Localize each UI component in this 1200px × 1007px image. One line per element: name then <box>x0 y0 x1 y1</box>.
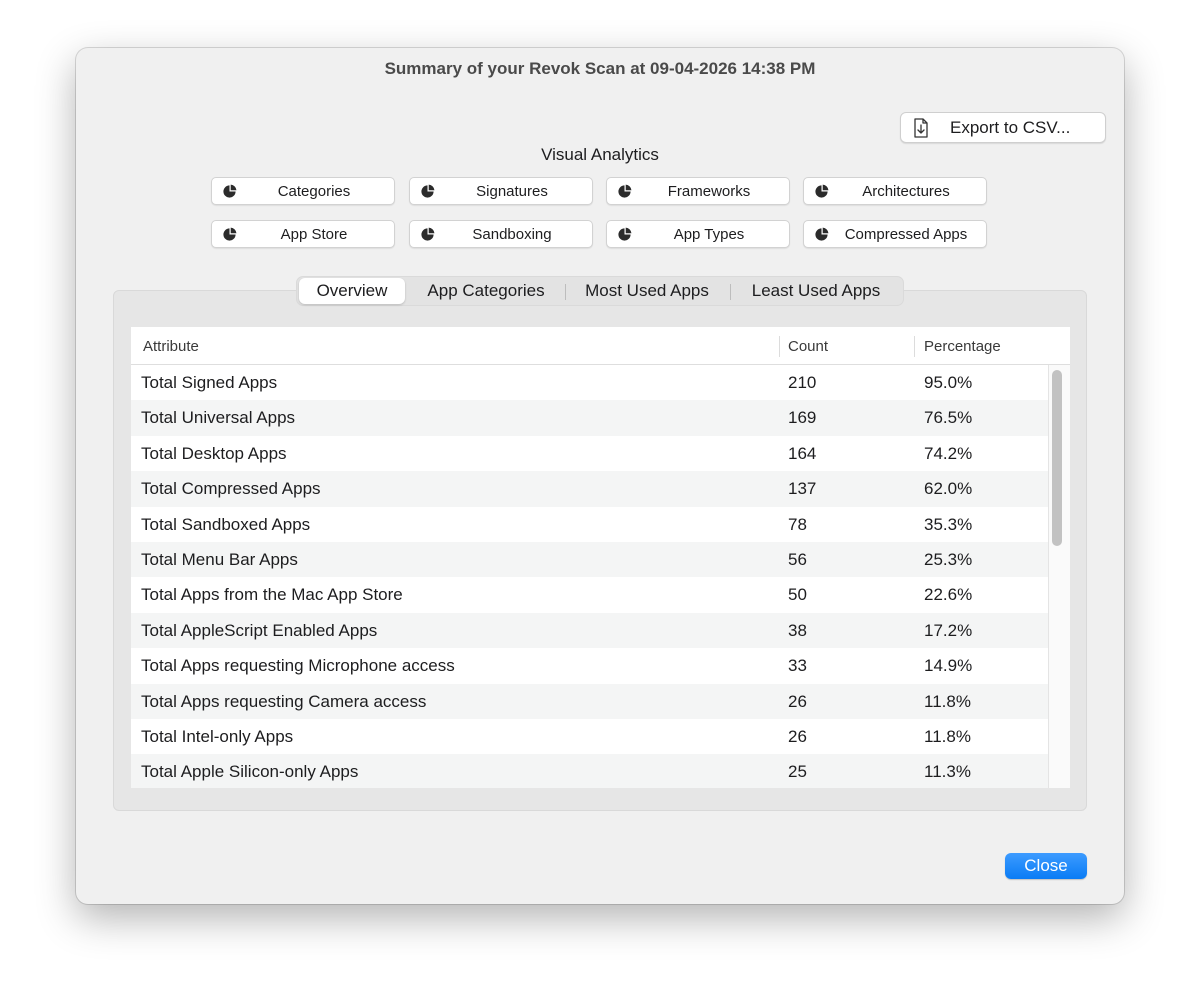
sandboxing-chart-button[interactable]: Sandboxing <box>409 220 593 248</box>
tab-bar: Overview App Categories Most Used Apps L… <box>296 276 904 306</box>
count-cell: 169 <box>788 408 817 428</box>
document-download-icon <box>913 117 929 138</box>
summary-window: Summary of your Revok Scan at 09-04-2026… <box>76 48 1124 904</box>
table-row[interactable]: Total Apps requesting Microphone access … <box>131 648 1049 683</box>
pie-chart-icon <box>815 227 829 241</box>
signatures-chart-button[interactable]: Signatures <box>409 177 593 205</box>
count-cell: 25 <box>788 762 807 782</box>
count-cell: 50 <box>788 585 807 605</box>
close-button[interactable]: Close <box>1005 853 1087 879</box>
export-csv-button[interactable]: Export to CSV... <box>900 112 1106 143</box>
percentage-cell: 11.8% <box>924 726 971 746</box>
table-body: Total Signed Apps 210 95.0% Total Univer… <box>131 365 1049 788</box>
architectures-label: Architectures <box>862 183 950 200</box>
attribute-cell: Total Menu Bar Apps <box>141 549 298 569</box>
column-header-count[interactable]: Count <box>788 338 828 355</box>
table-row[interactable]: Total Desktop Apps 164 74.2% <box>131 436 1049 471</box>
attribute-cell: Total Signed Apps <box>141 373 278 392</box>
signatures-label: Signatures <box>476 183 548 200</box>
count-cell: 33 <box>788 656 807 676</box>
column-separator <box>779 336 780 357</box>
tab-app-categories[interactable]: App Categories <box>407 277 565 305</box>
overview-table: Attribute Count Percentage Total Signed … <box>131 327 1070 788</box>
tab-least-used-apps[interactable]: Least Used Apps <box>731 277 901 305</box>
architectures-chart-button[interactable]: Architectures <box>803 177 987 205</box>
table-header: Attribute Count Percentage <box>131 327 1070 365</box>
frameworks-chart-button[interactable]: Frameworks <box>606 177 790 205</box>
percentage-cell: 22.6% <box>924 585 973 605</box>
table-row[interactable]: Total AppleScript Enabled Apps 38 17.2% <box>131 612 1049 649</box>
tab-overview[interactable]: Overview <box>299 278 405 304</box>
app-types-label: App Types <box>673 226 745 243</box>
pie-chart-icon <box>421 184 435 198</box>
percentage-cell: 76.5% <box>924 408 973 428</box>
tab-most-used-apps[interactable]: Most Used Apps <box>566 277 728 305</box>
attribute-cell: Total Intel-only Apps <box>141 726 294 746</box>
visual-analytics-title: Visual Analytics <box>541 145 659 164</box>
percentage-cell: 14.9% <box>924 656 973 676</box>
attribute-cell: Total Universal Apps <box>141 408 296 428</box>
table-row[interactable]: Total Signed Apps 210 95.0% <box>131 365 1049 400</box>
percentage-cell: 11.3% <box>924 762 971 782</box>
attribute-cell: Total Sandboxed Apps <box>141 514 311 534</box>
percentage-cell: 62.0% <box>924 479 973 499</box>
column-header-percentage[interactable]: Percentage <box>924 338 1001 355</box>
table-row[interactable]: Total Apps requesting Camera access 26 1… <box>131 683 1049 719</box>
percentage-cell: 74.2% <box>924 443 973 463</box>
pie-chart-icon <box>421 227 435 241</box>
pie-chart-icon <box>223 184 237 198</box>
scrollbar-thumb[interactable] <box>1052 370 1062 546</box>
count-cell: 26 <box>788 691 807 711</box>
window-title: Summary of your Revok Scan at 09-04-2026… <box>384 59 816 78</box>
pie-chart-icon <box>815 184 829 198</box>
frameworks-label: Frameworks <box>667 183 751 200</box>
percentage-cell: 35.3% <box>924 514 973 534</box>
app-store-chart-button[interactable]: App Store <box>211 220 395 248</box>
count-cell: 26 <box>788 726 807 746</box>
count-cell: 164 <box>788 443 817 463</box>
table-row[interactable]: Total Compressed Apps 137 62.0% <box>131 471 1049 507</box>
categories-chart-button[interactable]: Categories <box>211 177 395 205</box>
column-header-attribute[interactable]: Attribute <box>143 338 199 355</box>
percentage-cell: 25.3% <box>924 549 973 569</box>
table-row[interactable]: Total Universal Apps 169 76.5% <box>131 400 1049 436</box>
percentage-cell: 17.2% <box>924 620 973 640</box>
attribute-cell: Total Apps requesting Camera access <box>141 691 427 711</box>
percentage-cell: 11.8% <box>924 691 971 711</box>
count-cell: 38 <box>788 620 807 640</box>
attribute-cell: Total Compressed Apps <box>141 479 321 499</box>
app-store-label: App Store <box>280 226 348 243</box>
count-cell: 210 <box>788 373 817 392</box>
attribute-cell: Total Apps requesting Microphone access <box>141 656 455 676</box>
categories-label: Categories <box>277 183 351 200</box>
pie-chart-icon <box>223 227 237 241</box>
sandboxing-label: Sandboxing <box>472 226 552 243</box>
attribute-cell: Total Apple Silicon-only Apps <box>141 762 359 782</box>
table-row[interactable]: Total Apple Silicon-only Apps 25 11.3% <box>131 754 1049 788</box>
count-cell: 56 <box>788 549 807 569</box>
count-cell: 137 <box>788 479 817 499</box>
attribute-cell: Total Desktop Apps <box>141 443 287 463</box>
attribute-cell: Total AppleScript Enabled Apps <box>141 620 378 640</box>
pie-chart-icon <box>618 184 632 198</box>
export-csv-label: Export to CSV... <box>950 117 1071 137</box>
table-row[interactable]: Total Sandboxed Apps 78 35.3% <box>131 507 1049 542</box>
column-separator <box>914 336 915 357</box>
table-row[interactable]: Total Apps from the Mac App Store 50 22.… <box>131 577 1049 612</box>
compressed-apps-chart-button[interactable]: Compressed Apps <box>803 220 987 248</box>
app-types-chart-button[interactable]: App Types <box>606 220 790 248</box>
attribute-cell: Total Apps from the Mac App Store <box>141 585 403 605</box>
table-row[interactable]: Total Menu Bar Apps 56 25.3% <box>131 541 1049 578</box>
pie-chart-icon <box>618 227 632 241</box>
percentage-cell: 95.0% <box>924 373 973 392</box>
count-cell: 78 <box>788 514 807 534</box>
table-row[interactable]: Total Intel-only Apps 26 11.8% <box>131 719 1049 754</box>
compressed-apps-label: Compressed Apps <box>844 226 968 243</box>
